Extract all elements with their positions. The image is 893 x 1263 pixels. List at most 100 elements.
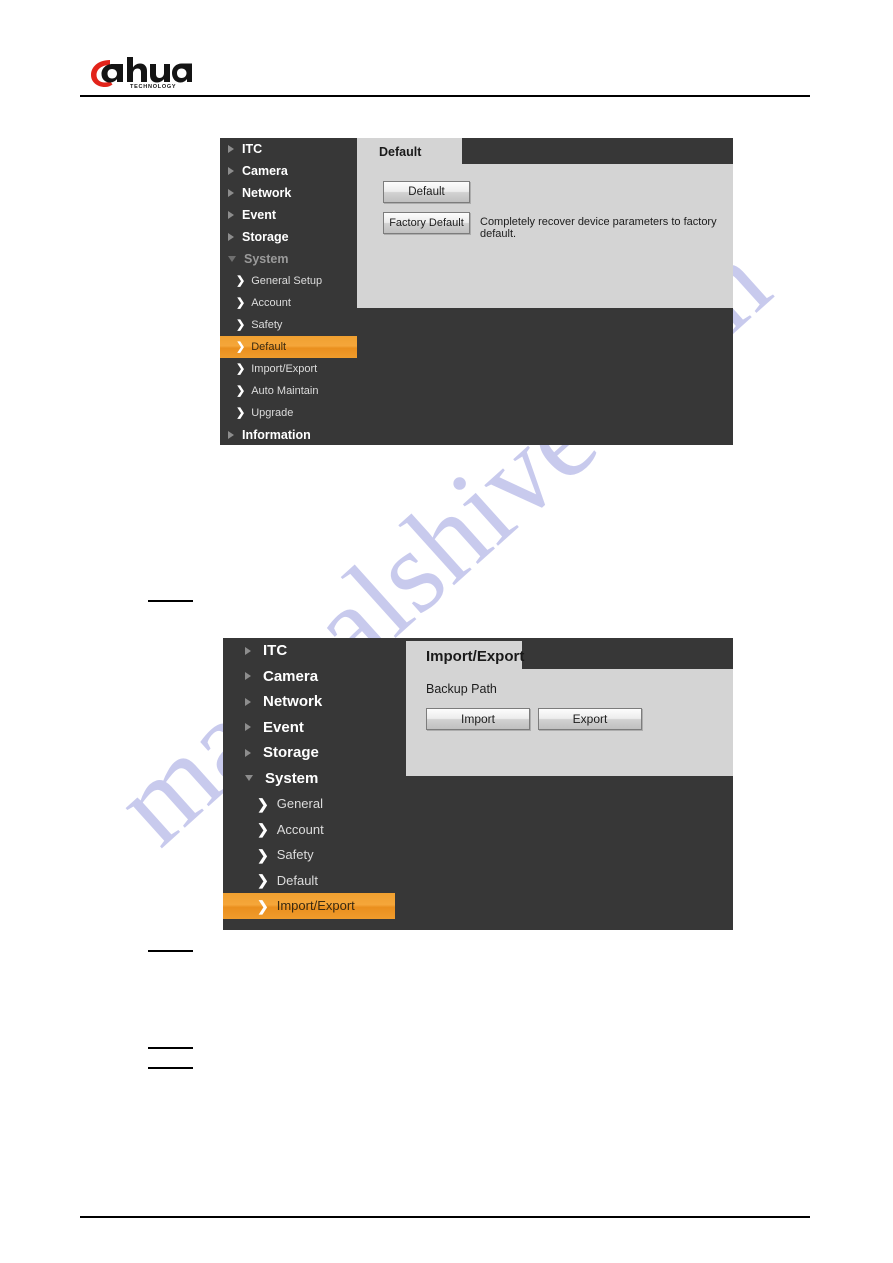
chevron-right-icon: ❯ <box>236 274 246 287</box>
footer-rule <box>80 1216 810 1218</box>
sidebar-item-event[interactable]: Event <box>220 204 357 226</box>
sidebar-item-itc[interactable]: ITC <box>220 138 357 160</box>
sidebar-item-label: Default <box>276 872 318 888</box>
sidebar-item-upgrade[interactable]: ❯ Upgrade <box>220 402 357 424</box>
sidebar-item-label: System <box>265 769 319 787</box>
sidebar-item-network[interactable]: Network <box>220 182 357 204</box>
sidebar-nav: ITC Camera Network Event Storage System … <box>223 638 408 930</box>
sidebar-item-label: Camera <box>263 667 319 685</box>
default-button[interactable]: Default <box>383 181 470 203</box>
sidebar-item-label: ITC <box>242 142 263 156</box>
chevron-right-icon: ❯ <box>257 872 269 889</box>
sidebar-item-default[interactable]: ❯ Default <box>223 868 395 894</box>
triangle-right-icon <box>245 748 251 757</box>
triangle-right-icon <box>228 145 234 153</box>
section-rule-2 <box>148 950 193 952</box>
sidebar-item-system[interactable]: System <box>220 248 357 270</box>
device-ui-panel-default: ITC Camera Network Event Storage System … <box>220 138 733 445</box>
sidebar-item-label: General Setup <box>251 275 323 287</box>
import-button[interactable]: Import <box>426 708 530 730</box>
sidebar-item-label: General <box>276 796 323 812</box>
chevron-right-icon: ❯ <box>236 362 246 375</box>
sidebar-item-label: Storage <box>263 744 319 762</box>
tab-label: Import/Export <box>426 647 525 665</box>
triangle-right-icon <box>245 672 251 681</box>
sidebar-item-general[interactable]: ❯ General <box>223 791 395 817</box>
triangle-right-icon <box>228 431 234 439</box>
sidebar-item-system[interactable]: System <box>223 766 408 792</box>
sidebar-item-account[interactable]: ❯ Account <box>223 817 395 843</box>
sidebar-item-event[interactable]: Event <box>223 715 408 741</box>
sidebar-item-label: Import/Export <box>276 898 355 914</box>
triangle-down-icon <box>228 256 236 262</box>
tab-import-export[interactable]: Import/Export <box>406 641 525 671</box>
sidebar-item-label: Default <box>251 341 287 353</box>
sidebar-item-label: System <box>244 252 289 266</box>
sidebar-item-account[interactable]: ❯ Account <box>220 292 357 314</box>
sidebar-item-safety[interactable]: ❯ Safety <box>220 314 357 336</box>
sidebar-item-label: Storage <box>242 230 289 244</box>
triangle-right-icon <box>245 646 251 655</box>
sidebar-item-general-setup[interactable]: ❯ General Setup <box>220 270 357 292</box>
sidebar-item-label: Information <box>242 428 311 442</box>
sidebar-item-information[interactable]: Information <box>220 424 357 445</box>
triangle-right-icon <box>228 189 234 197</box>
factory-default-description: Completely recover device parameters to … <box>480 216 717 240</box>
chevron-right-icon: ❯ <box>257 795 269 812</box>
page-header: TECHNOLOGY <box>0 0 893 100</box>
import-button-label: Import <box>460 712 495 726</box>
triangle-right-icon <box>228 211 234 219</box>
chevron-right-icon: ❯ <box>257 821 269 838</box>
sidebar-item-itc[interactable]: ITC <box>223 638 408 664</box>
header-rule <box>80 95 810 97</box>
device-ui-panel-import-export: ITC Camera Network Event Storage System … <box>223 638 733 930</box>
chevron-right-icon: ❯ <box>257 846 269 863</box>
sidebar-item-label: Event <box>242 208 277 222</box>
triangle-right-icon <box>245 723 251 732</box>
sidebar-item-label: Auto Maintain <box>251 385 319 397</box>
dahua-logo: TECHNOLOGY <box>88 55 192 89</box>
triangle-right-icon <box>228 167 234 175</box>
chevron-right-icon: ❯ <box>236 406 246 419</box>
sidebar-item-default[interactable]: ❯ Default <box>220 336 357 358</box>
sidebar-item-label: Event <box>263 718 304 736</box>
chevron-right-icon: ❯ <box>236 296 246 309</box>
sidebar-item-label: Network <box>242 186 292 200</box>
section-rule-3 <box>148 1047 193 1049</box>
triangle-down-icon <box>245 775 253 782</box>
sidebar-item-import-export[interactable]: ❯ Import/Export <box>220 358 357 380</box>
sidebar-item-camera[interactable]: Camera <box>223 664 408 690</box>
sidebar-item-label: Safety <box>251 319 283 331</box>
factory-default-button-label: Factory Default <box>389 217 464 229</box>
sidebar-nav: ITC Camera Network Event Storage System … <box>220 138 357 445</box>
sidebar-item-camera[interactable]: Camera <box>220 160 357 182</box>
sidebar-item-label: Import/Export <box>251 363 318 375</box>
triangle-right-icon <box>245 697 251 706</box>
chevron-right-icon: ❯ <box>236 318 246 331</box>
sidebar-item-label: ITC <box>263 642 288 660</box>
sidebar-item-storage[interactable]: Storage <box>223 740 408 766</box>
sidebar-item-import-export[interactable]: ❯ Import/Export <box>223 893 395 919</box>
backup-path-label: Backup Path <box>426 682 497 696</box>
chevron-right-icon: ❯ <box>257 897 269 914</box>
svg-text:TECHNOLOGY: TECHNOLOGY <box>130 84 176 89</box>
sidebar-item-label: Account <box>276 821 324 837</box>
sidebar-item-label: Safety <box>276 847 314 863</box>
sidebar-item-label: Camera <box>242 164 288 178</box>
sidebar-item-label: Account <box>251 297 291 309</box>
sidebar-item-auto-maintain[interactable]: ❯ Auto Maintain <box>220 380 357 402</box>
export-button-label: Export <box>572 712 608 726</box>
chevron-right-icon: ❯ <box>236 384 246 397</box>
section-rule-4 <box>148 1067 193 1069</box>
factory-default-button[interactable]: Factory Default <box>383 212 470 234</box>
triangle-right-icon <box>228 233 234 241</box>
section-rule-1 <box>148 600 193 602</box>
sidebar-item-safety[interactable]: ❯ Safety <box>223 842 395 868</box>
sidebar-item-storage[interactable]: Storage <box>220 226 357 248</box>
sidebar-item-network[interactable]: Network <box>223 689 408 715</box>
tab-label: Default <box>379 144 422 159</box>
default-button-label: Default <box>408 186 445 198</box>
export-button[interactable]: Export <box>538 708 642 730</box>
tab-default[interactable]: Default <box>357 138 462 165</box>
sidebar-item-label: Network <box>263 693 323 711</box>
